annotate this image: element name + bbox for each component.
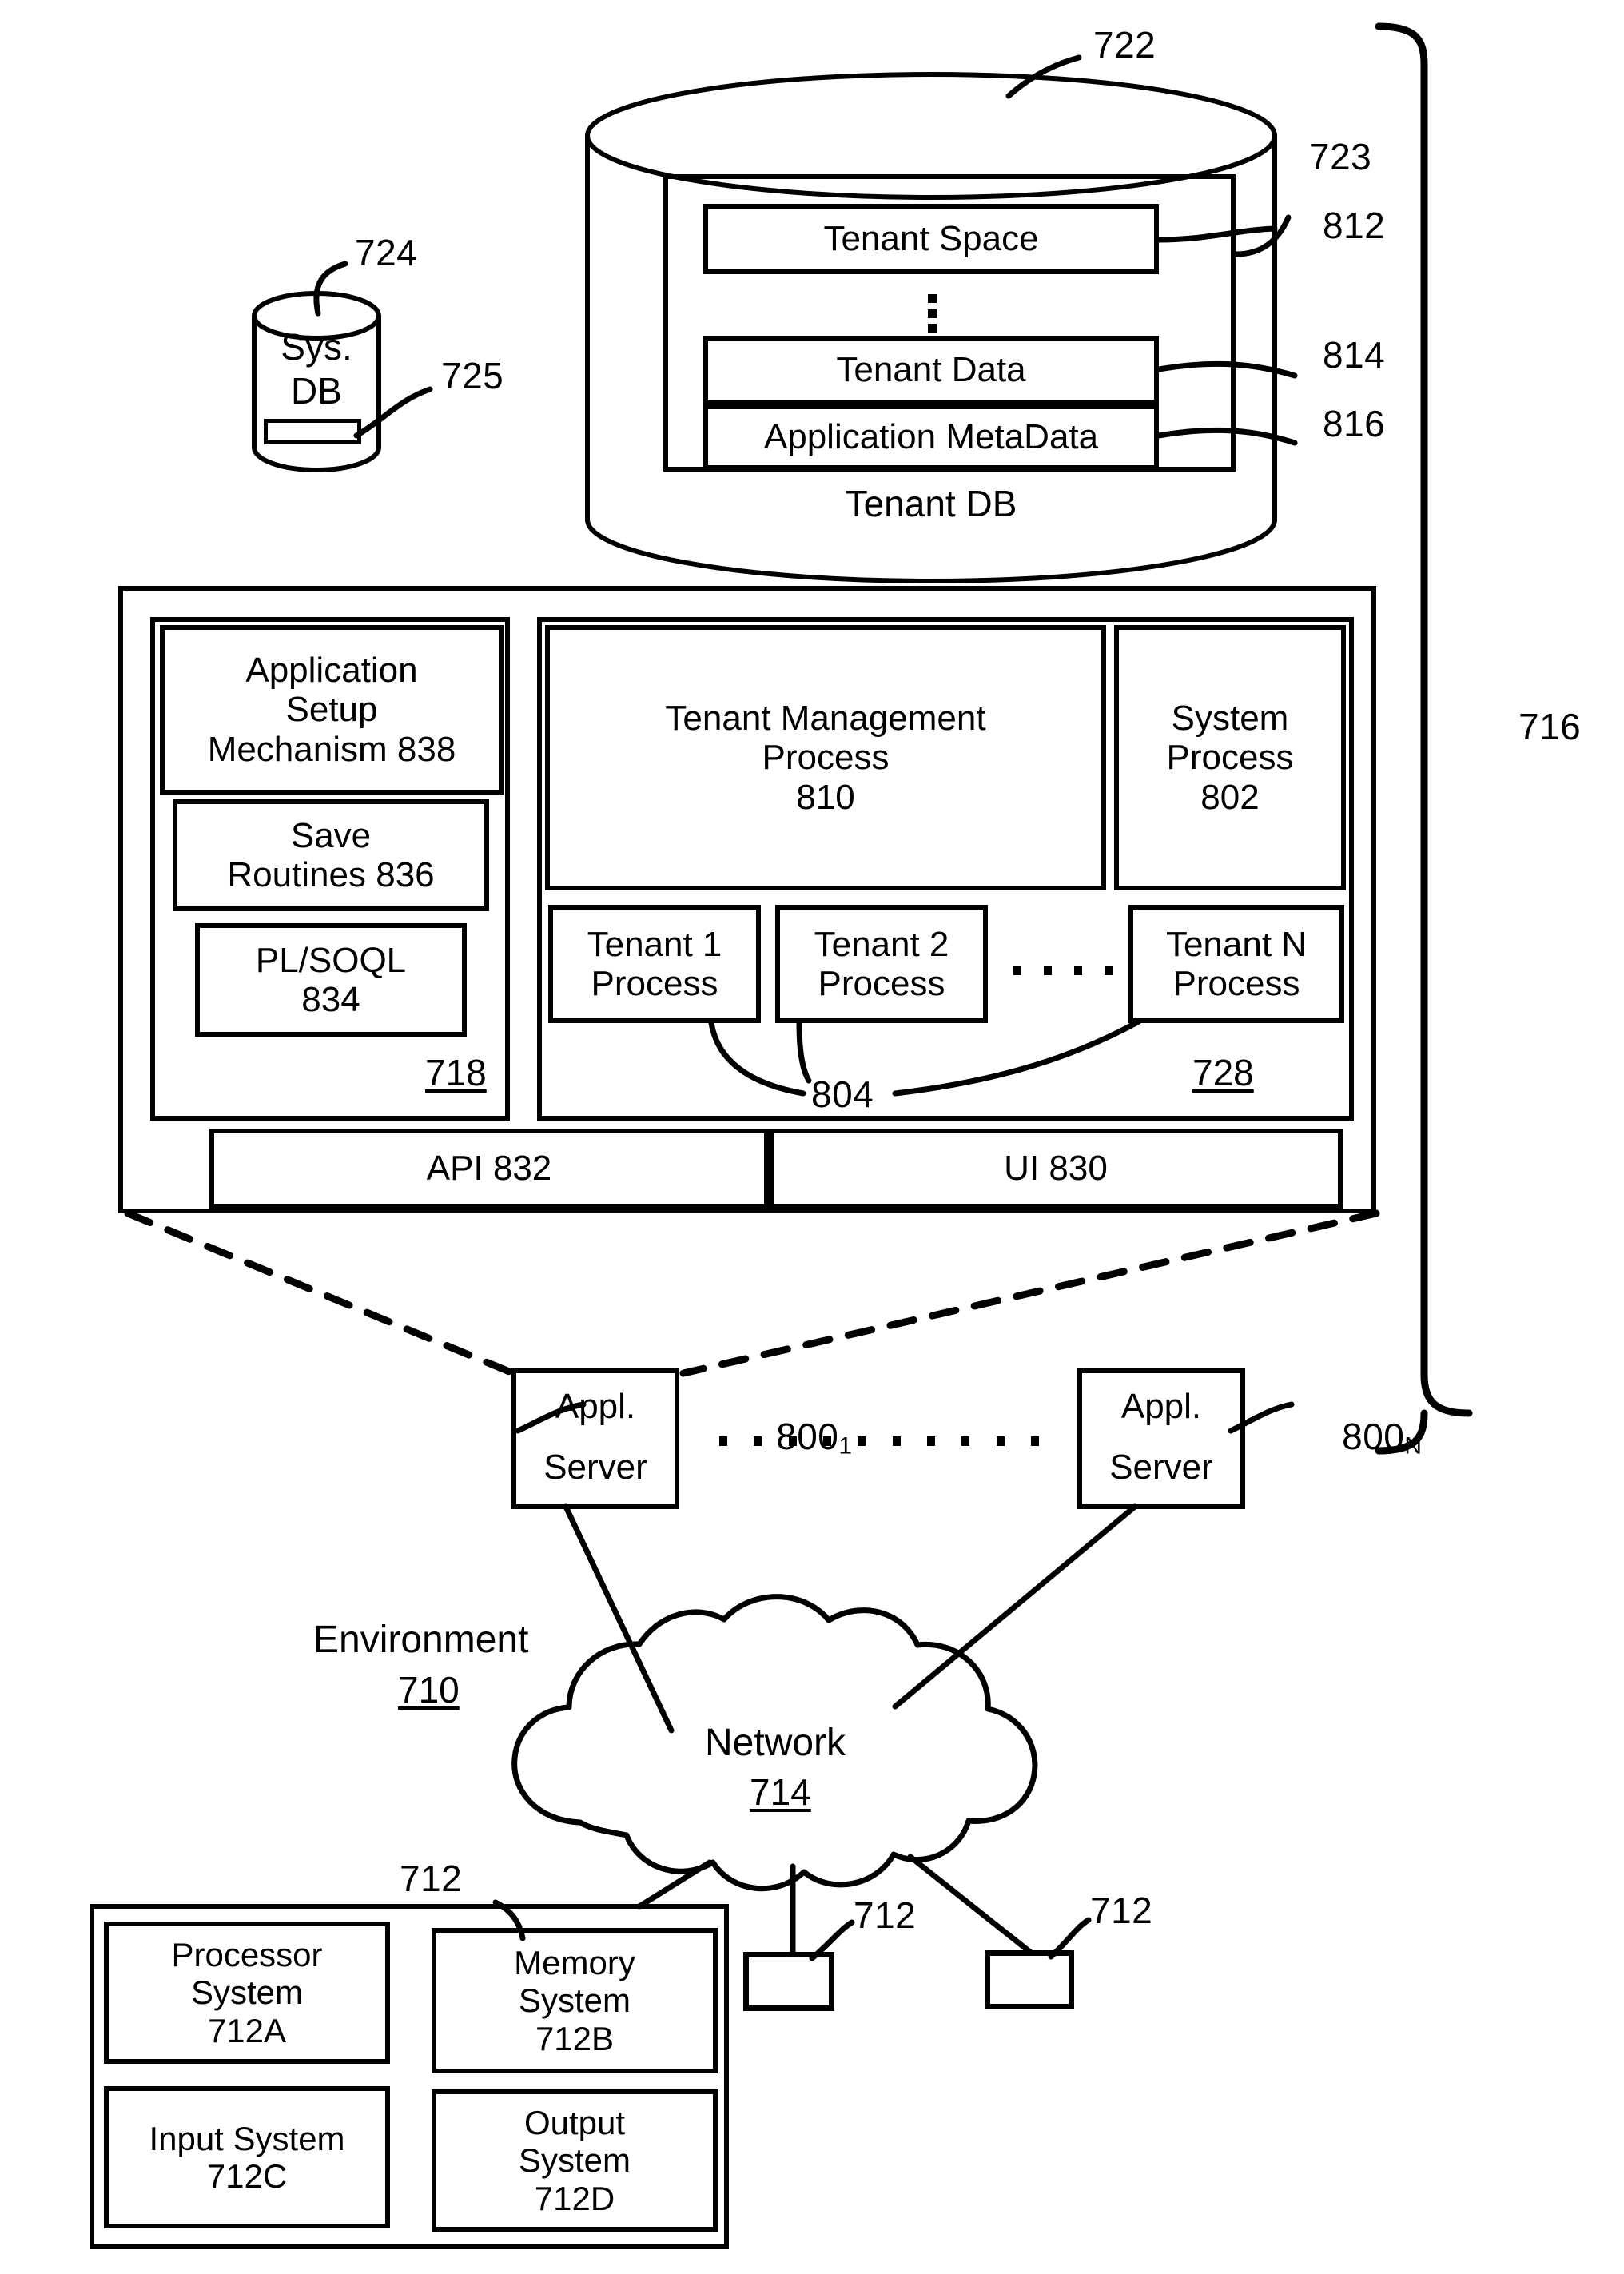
conn-appserverN-network xyxy=(892,1503,1138,1710)
ref-816: 816 xyxy=(1323,403,1386,444)
ref-712-client2: 712 xyxy=(1090,1890,1153,1931)
application-setup-mechanism-label: Application Setup Mechanism 838 xyxy=(207,651,456,769)
ref-714: 714 xyxy=(750,1771,811,1813)
ref-725: 725 xyxy=(441,355,504,396)
network-label: Network xyxy=(705,1722,846,1764)
tenant-management-process-label: Tenant Management Process 810 xyxy=(665,699,986,817)
ref-800-n-base: 800 xyxy=(1342,1415,1405,1457)
tenant-process-ellipsis xyxy=(1013,965,1113,976)
appl-server-1-line1: Appl. xyxy=(555,1387,636,1427)
leader-724 xyxy=(313,261,348,317)
appl-server-1-line2: Server xyxy=(543,1448,647,1487)
pl-soql-label: PL/SOQL 834 xyxy=(255,940,407,1019)
tenant-data-label: Tenant Data xyxy=(836,350,1026,390)
input-system-label: Input System 712C xyxy=(149,2119,345,2195)
ref-728: 728 xyxy=(1192,1052,1254,1093)
memory-system-label: Memory System 712B xyxy=(514,1944,635,2057)
sys-db-line1: Sys. xyxy=(281,326,352,368)
leader-722 xyxy=(1005,54,1082,99)
ref-712-client1: 712 xyxy=(854,1894,917,1936)
ui-bar-label: UI 830 xyxy=(1004,1149,1108,1189)
output-system-label: Output System 712D xyxy=(518,2104,631,2217)
save-routines-label: Save Routines 836 xyxy=(227,815,435,894)
appl-server-ellipsis xyxy=(719,1435,1039,1448)
ref-800-n: 800N xyxy=(1300,1377,1423,1499)
system-process-label: System Process 802 xyxy=(1166,699,1294,817)
ref-710: 710 xyxy=(398,1669,460,1710)
patent-figure: Tenant Space Tenant Data Application Met… xyxy=(0,0,1624,2274)
ref-814: 814 xyxy=(1323,334,1386,376)
tenant-db-caption: Tenant DB xyxy=(845,483,1017,525)
leader-723 xyxy=(1232,214,1292,257)
client-device-2-box xyxy=(985,1950,1074,2009)
ref-718: 718 xyxy=(425,1052,487,1093)
conn-cloud-usersystem xyxy=(636,1859,713,1910)
ref-724: 724 xyxy=(355,232,418,273)
tenant-n-process-label: Tenant N Process xyxy=(1165,924,1308,1003)
sys-db-slot xyxy=(264,419,361,444)
tenant-1-process-label: Tenant 1 Process xyxy=(587,924,722,1003)
tenant-space-label: Tenant Space xyxy=(823,219,1039,259)
ref-812: 812 xyxy=(1323,205,1386,246)
sys-db-bottom-arc xyxy=(252,445,381,472)
expansion-line-right xyxy=(679,1209,1380,1377)
client-device-1-box xyxy=(743,1952,834,2011)
ref-723: 723 xyxy=(1309,136,1372,177)
ref-722: 722 xyxy=(1093,24,1156,66)
ref-716: 716 xyxy=(1519,706,1582,747)
appl-server-n-line1: Appl. xyxy=(1120,1387,1202,1427)
ref-800-n-sub: N xyxy=(1404,1432,1423,1460)
ref-804: 804 xyxy=(811,1073,874,1115)
application-metadata-label: Application MetaData xyxy=(763,417,1099,457)
ref-712-usersystem: 712 xyxy=(400,1858,463,1899)
appl-server-n-line2: Server xyxy=(1109,1448,1213,1487)
conn-appserver1-network xyxy=(563,1503,675,1734)
environment-label: Environment xyxy=(313,1619,529,1661)
bracket-716-upper xyxy=(1375,22,1473,1417)
conn-cloud-client2 xyxy=(907,1854,1034,1956)
tenant-2-process-label: Tenant 2 Process xyxy=(814,924,949,1003)
expansion-line-left xyxy=(124,1209,517,1377)
processor-system-label: Processor System 712A xyxy=(171,1936,323,2049)
sys-db-line2: DB xyxy=(291,370,342,412)
tenant-space-ellipsis xyxy=(927,294,937,333)
api-bar-label: API 832 xyxy=(426,1149,552,1189)
